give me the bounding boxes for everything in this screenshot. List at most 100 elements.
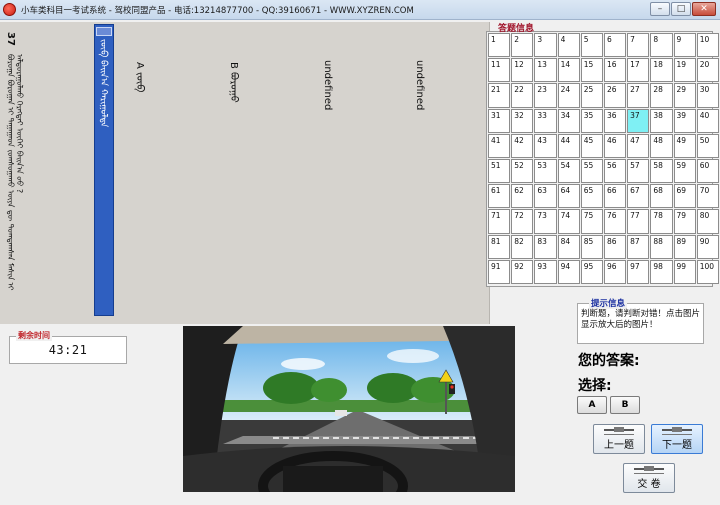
answer-cell[interactable]: 51 bbox=[488, 158, 511, 184]
answer-cell[interactable]: 38 bbox=[650, 108, 673, 133]
answer-cell[interactable]: 44 bbox=[557, 133, 580, 158]
answer-cell[interactable]: 37 bbox=[627, 108, 650, 133]
choose-a-button[interactable]: A bbox=[577, 396, 607, 414]
answer-cell[interactable]: 99 bbox=[673, 259, 696, 284]
answer-cell[interactable]: 65 bbox=[580, 184, 603, 209]
answer-cell[interactable]: 11 bbox=[488, 58, 511, 83]
answer-cell[interactable]: 89 bbox=[673, 234, 696, 259]
answer-cell[interactable]: 74 bbox=[557, 209, 580, 234]
answer-cell[interactable]: 35 bbox=[580, 108, 603, 133]
answer-cell[interactable]: 67 bbox=[627, 184, 650, 209]
question-image[interactable] bbox=[183, 326, 515, 492]
answer-cell[interactable]: 19 bbox=[673, 58, 696, 83]
answer-cell[interactable]: 4 bbox=[557, 33, 580, 58]
answer-cell[interactable]: 95 bbox=[580, 259, 603, 284]
next-question-button[interactable]: 下一题 bbox=[651, 424, 703, 454]
answer-cell[interactable]: 39 bbox=[673, 108, 696, 133]
answer-cell[interactable]: 77 bbox=[627, 209, 650, 234]
answer-cell[interactable]: 46 bbox=[603, 133, 627, 158]
answer-cell[interactable]: 8 bbox=[650, 33, 673, 58]
answer-cell[interactable]: 26 bbox=[603, 83, 627, 108]
answer-cell[interactable]: 73 bbox=[534, 209, 557, 234]
answer-cell[interactable]: 32 bbox=[511, 108, 534, 133]
answer-cell[interactable]: 10 bbox=[696, 33, 719, 58]
answer-cell[interactable]: 92 bbox=[511, 259, 534, 284]
answer-cell[interactable]: 20 bbox=[696, 58, 719, 83]
answer-cell[interactable]: 90 bbox=[696, 234, 719, 259]
answer-cell[interactable]: 84 bbox=[557, 234, 580, 259]
answer-cell[interactable]: 91 bbox=[488, 259, 511, 284]
answer-cell[interactable]: 28 bbox=[650, 83, 673, 108]
answer-cell[interactable]: 59 bbox=[673, 158, 696, 184]
answer-cell[interactable]: 9 bbox=[673, 33, 696, 58]
answer-cell[interactable]: 41 bbox=[488, 133, 511, 158]
answer-cell[interactable]: 42 bbox=[511, 133, 534, 158]
answer-cell[interactable]: 47 bbox=[627, 133, 650, 158]
answer-cell[interactable]: 29 bbox=[673, 83, 696, 108]
answer-cell[interactable]: 54 bbox=[557, 158, 580, 184]
answer-cell[interactable]: 13 bbox=[534, 58, 557, 83]
option-b[interactable]: B ᠪᠤᠷᠤᠭᠤ bbox=[228, 62, 239, 103]
prev-question-button[interactable]: 上一题 bbox=[593, 424, 645, 454]
answer-cell[interactable]: 76 bbox=[603, 209, 627, 234]
answer-cell[interactable]: 61 bbox=[488, 184, 511, 209]
answer-cell[interactable]: 85 bbox=[580, 234, 603, 259]
answer-cell[interactable]: 55 bbox=[580, 158, 603, 184]
answer-cell[interactable]: 57 bbox=[627, 158, 650, 184]
answer-cell[interactable]: 24 bbox=[557, 83, 580, 108]
answer-cell[interactable]: 34 bbox=[557, 108, 580, 133]
option-c[interactable]: undefined bbox=[322, 60, 333, 110]
answer-cell[interactable]: 48 bbox=[650, 133, 673, 158]
answer-cell[interactable]: 70 bbox=[696, 184, 719, 209]
answer-cell[interactable]: 72 bbox=[511, 209, 534, 234]
answer-cell[interactable]: 96 bbox=[603, 259, 627, 284]
answer-cell[interactable]: 33 bbox=[534, 108, 557, 133]
answer-cell[interactable]: 82 bbox=[511, 234, 534, 259]
answer-cell[interactable]: 94 bbox=[557, 259, 580, 284]
answer-cell[interactable]: 31 bbox=[488, 108, 511, 133]
answer-cell[interactable]: 23 bbox=[534, 83, 557, 108]
minimize-button[interactable]: – bbox=[650, 2, 670, 16]
answer-cell[interactable]: 40 bbox=[696, 108, 719, 133]
answer-cell[interactable]: 80 bbox=[696, 209, 719, 234]
choose-b-button[interactable]: B bbox=[610, 396, 640, 414]
answer-cell[interactable]: 30 bbox=[696, 83, 719, 108]
answer-cell[interactable]: 64 bbox=[557, 184, 580, 209]
answer-cell[interactable]: 83 bbox=[534, 234, 557, 259]
answer-cell[interactable]: 87 bbox=[627, 234, 650, 259]
answer-cell[interactable]: 22 bbox=[511, 83, 534, 108]
answer-cell[interactable]: 6 bbox=[603, 33, 627, 58]
submit-exam-button[interactable]: 交 卷 bbox=[623, 463, 675, 493]
answer-cell[interactable]: 68 bbox=[650, 184, 673, 209]
answer-cell[interactable]: 88 bbox=[650, 234, 673, 259]
answer-cell[interactable]: 62 bbox=[511, 184, 534, 209]
answer-cell[interactable]: 45 bbox=[580, 133, 603, 158]
answer-cell[interactable]: 93 bbox=[534, 259, 557, 284]
answer-cell[interactable]: 75 bbox=[580, 209, 603, 234]
answer-cell[interactable]: 3 bbox=[534, 33, 557, 58]
answer-cell[interactable]: 2 bbox=[511, 33, 534, 58]
answer-cell[interactable]: 98 bbox=[650, 259, 673, 284]
maximize-button[interactable]: □ bbox=[671, 2, 691, 16]
answer-cell[interactable]: 50 bbox=[696, 133, 719, 158]
answer-cell[interactable]: 16 bbox=[603, 58, 627, 83]
answer-cell[interactable]: 86 bbox=[603, 234, 627, 259]
answer-cell[interactable]: 36 bbox=[603, 108, 627, 133]
answer-cell[interactable]: 21 bbox=[488, 83, 511, 108]
answer-cell[interactable]: 52 bbox=[511, 158, 534, 184]
answer-cell[interactable]: 53 bbox=[534, 158, 557, 184]
answer-cell[interactable]: 56 bbox=[603, 158, 627, 184]
answer-cell[interactable]: 43 bbox=[534, 133, 557, 158]
answer-cell[interactable]: 49 bbox=[673, 133, 696, 158]
answer-cell[interactable]: 66 bbox=[603, 184, 627, 209]
answer-cell[interactable]: 81 bbox=[488, 234, 511, 259]
answer-cell[interactable]: 12 bbox=[511, 58, 534, 83]
answer-cell[interactable]: 1 bbox=[488, 33, 511, 58]
answer-cell[interactable]: 71 bbox=[488, 209, 511, 234]
answer-cell[interactable]: 5 bbox=[580, 33, 603, 58]
answer-cell[interactable]: 7 bbox=[627, 33, 650, 58]
answer-cell[interactable]: 60 bbox=[696, 158, 719, 184]
answer-cell[interactable]: 15 bbox=[580, 58, 603, 83]
answer-cell[interactable]: 18 bbox=[650, 58, 673, 83]
answer-cell[interactable]: 58 bbox=[650, 158, 673, 184]
